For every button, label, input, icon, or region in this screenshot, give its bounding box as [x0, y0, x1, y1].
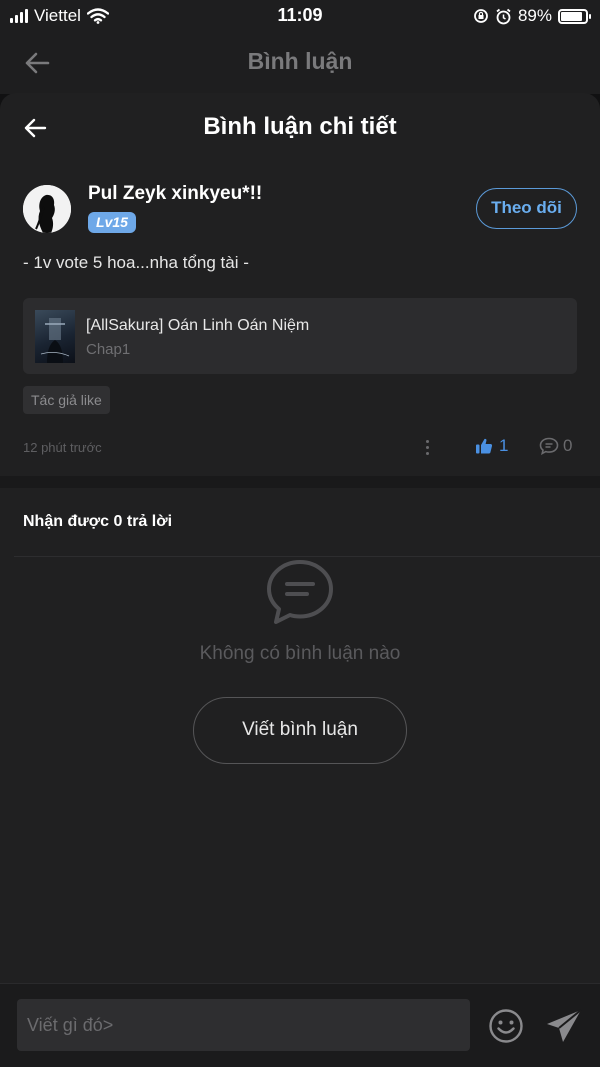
empty-state-text: Không có bình luận nào	[199, 643, 401, 664]
reply-count: 0	[563, 436, 573, 455]
rotation-lock-icon	[474, 9, 488, 23]
comment-input-bar	[0, 983, 600, 1067]
like-count: 1	[499, 436, 509, 455]
username[interactable]: Pul Zeyk xinkyeu*!!	[88, 183, 262, 205]
comment-bubble-icon	[539, 437, 559, 455]
comment-text: - 1v vote 5 hoa...nha tổng tài -	[23, 253, 249, 272]
sheet-header: Bình luận chi tiết	[0, 93, 600, 163]
battery-icon	[558, 8, 591, 24]
comment-timestamp: 12 phút trước	[23, 440, 102, 455]
background-header: Bình luận	[0, 32, 600, 94]
story-card[interactable]: [AllSakura] Oán Linh Oán Niệm Chap1	[23, 298, 577, 374]
status-bar: Viettel 11:09 89%	[0, 0, 600, 32]
divider	[14, 556, 600, 557]
like-button[interactable]: 1	[475, 436, 508, 456]
write-comment-button[interactable]: Viết bình luận	[193, 697, 407, 764]
story-cover-image	[35, 310, 75, 363]
replies-count-heading: Nhận được 0 trả lời	[23, 513, 173, 530]
avatar-silhouette-icon	[23, 185, 71, 233]
follow-button[interactable]: Theo dõi	[476, 188, 577, 229]
battery-percent: 89%	[517, 6, 552, 25]
emoji-icon[interactable]	[488, 1008, 524, 1044]
comment-detail-sheet: Bình luận chi tiết Pul Zeyk xinkyeu*!! L…	[0, 93, 600, 1067]
thumbs-up-icon	[476, 438, 493, 454]
story-title: [AllSakura] Oán Linh Oán Niệm	[86, 317, 310, 334]
page-title: Bình luận chi tiết	[203, 113, 397, 140]
author-like-tag: Tác giả like	[23, 386, 110, 414]
comment-input[interactable]	[17, 999, 470, 1051]
background-title: Bình luận	[247, 48, 353, 74]
empty-comments-icon	[267, 560, 333, 624]
avatar[interactable]	[23, 185, 71, 233]
level-badge: Lv15	[88, 212, 136, 233]
section-divider	[0, 476, 600, 488]
status-right: 89%	[473, 6, 591, 26]
reply-button[interactable]: 0	[539, 436, 572, 456]
story-chapter: Chap1	[86, 341, 131, 358]
more-options-icon[interactable]	[420, 437, 434, 459]
alarm-icon	[496, 8, 511, 24]
send-icon[interactable]	[545, 1008, 583, 1044]
